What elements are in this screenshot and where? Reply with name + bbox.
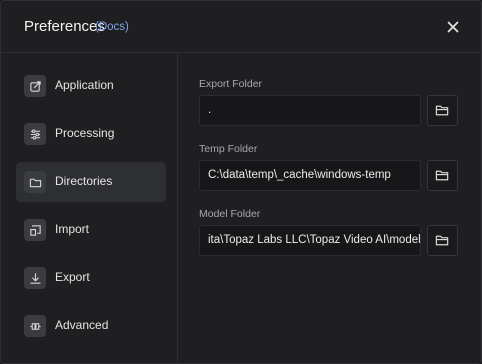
import-icon	[24, 219, 46, 241]
sidebar-item-label: Application	[55, 78, 114, 92]
sliders-icon	[24, 123, 46, 145]
sidebar-item-advanced[interactable]: Advanced	[16, 306, 166, 346]
preferences-dialog: Preferences (Docs) Application Processin…	[0, 0, 482, 364]
application-icon	[24, 75, 46, 97]
download-icon	[24, 267, 46, 289]
close-icon	[447, 21, 459, 33]
sidebar-item-label: Export	[55, 270, 90, 284]
sidebar: Application Processing Directories Impor…	[1, 53, 178, 364]
sidebar-item-export[interactable]: Export	[16, 258, 166, 298]
model-folder-label: Model Folder	[199, 208, 261, 220]
sidebar-item-label: Directories	[55, 174, 113, 188]
export-folder-label: Export Folder	[199, 78, 263, 90]
docs-link[interactable]: (Docs)	[95, 21, 129, 33]
directories-panel: Export Folder . Temp Folder C:\data\temp…	[179, 53, 481, 364]
model-folder-input[interactable]: ita\Topaz Labs LLC\Topaz Video AI\models	[199, 225, 421, 256]
sidebar-item-application[interactable]: Application	[16, 66, 166, 106]
sidebar-item-label: Advanced	[55, 318, 109, 332]
sidebar-item-label: Import	[55, 222, 90, 236]
folder-open-icon	[435, 105, 449, 116]
folder-open-icon	[435, 170, 449, 181]
folder-open-icon	[435, 235, 449, 246]
temp-folder-input[interactable]: C:\data\temp\_cache\windows-temp	[199, 160, 421, 191]
sidebar-item-processing[interactable]: Processing	[16, 114, 166, 154]
advanced-icon	[24, 315, 46, 337]
dialog-header: Preferences (Docs)	[1, 1, 481, 53]
sidebar-item-label: Processing	[55, 126, 115, 140]
export-folder-input[interactable]: .	[199, 95, 421, 126]
dialog-title: Preferences	[24, 18, 105, 35]
model-folder-browse-button[interactable]	[427, 225, 458, 256]
export-folder-browse-button[interactable]	[427, 95, 458, 126]
sidebar-item-directories[interactable]: Directories	[16, 162, 166, 202]
folder-icon	[24, 171, 46, 193]
close-button[interactable]	[443, 17, 463, 37]
sidebar-item-import[interactable]: Import	[16, 210, 166, 250]
temp-folder-browse-button[interactable]	[427, 160, 458, 191]
temp-folder-label: Temp Folder	[199, 143, 258, 155]
